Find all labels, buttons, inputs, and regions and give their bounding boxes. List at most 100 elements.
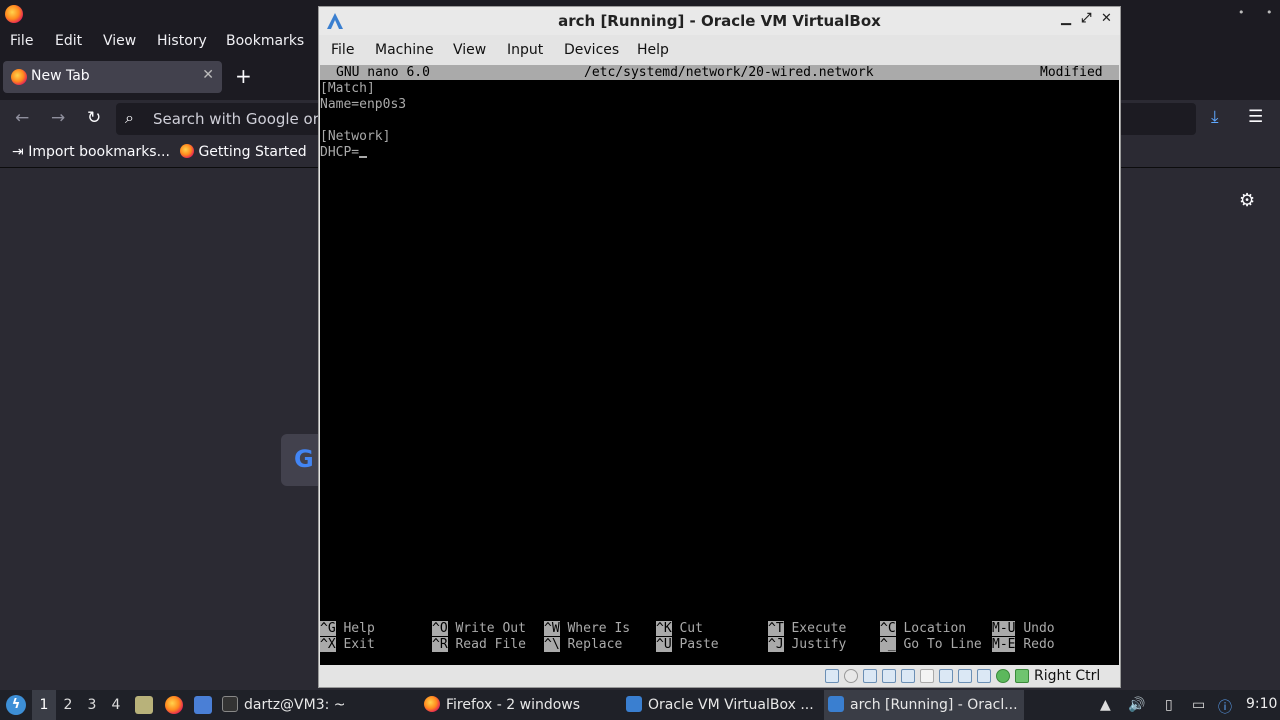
search-icon: ⌕ [125, 108, 134, 127]
shortcut-key: ^O [432, 621, 448, 636]
firefox-launcher-icon[interactable] [165, 696, 183, 714]
forward-arrow-icon[interactable]: → [51, 108, 65, 128]
maximize-icon[interactable]: ⤢ [1081, 11, 1091, 26]
network-icon[interactable] [882, 669, 896, 683]
task-firefox-label: Firefox - 2 windows [446, 697, 581, 713]
usb-icon[interactable] [901, 669, 915, 683]
minimize-icon[interactable]: ▁ [1061, 11, 1071, 26]
shortcut-where-is: ^W Where Is [544, 621, 630, 637]
tab-new-tab[interactable]: New Tab ✕ [3, 61, 222, 93]
firefox-icon [424, 696, 440, 712]
video-capture-icon[interactable] [958, 669, 972, 683]
nano-modified-state: Modified [1040, 65, 1103, 80]
shortcut-label: Replace [567, 637, 623, 652]
text-cursor [359, 156, 368, 158]
google-logo-icon: G [294, 445, 314, 473]
guest-additions-icon[interactable] [996, 669, 1010, 683]
desktop-icon[interactable] [194, 696, 212, 714]
nano-line-2[interactable]: Name=enp0s3 [320, 97, 406, 113]
shortcut-key: ^\ [544, 637, 560, 652]
bookmark-getting-started[interactable]: Getting Started [180, 144, 307, 160]
vbox-menu-file[interactable]: File [331, 42, 354, 58]
shortcut-key: ^G [320, 621, 336, 636]
nano-version: GNU nano 6.0 [336, 65, 430, 80]
nano-line-5-text: DHCP= [320, 145, 360, 160]
minimize-icon[interactable]: • [1238, 6, 1245, 19]
vbox-statusbar: Right Ctrl [319, 665, 1120, 687]
firefox-bookmark-icon [180, 144, 194, 158]
workspace-2[interactable]: 2 [56, 690, 80, 720]
clock[interactable]: 9:10 [1246, 696, 1277, 712]
settings-gear-icon[interactable]: ⚙ [1239, 190, 1255, 211]
close-icon[interactable]: ✕ [1101, 11, 1112, 26]
task-firefox[interactable]: Firefox - 2 windows [424, 690, 624, 720]
virtualization-icon[interactable] [977, 669, 991, 683]
shared-folders-icon[interactable] [920, 669, 934, 683]
menu-edit[interactable]: Edit [55, 33, 82, 49]
shortcut-location: ^C Location [880, 621, 966, 637]
google-shortcut-tile[interactable]: G [281, 434, 321, 486]
new-tab-plus-icon[interactable]: + [235, 64, 252, 88]
shortcut-key: M-E [992, 637, 1016, 652]
clipboard-icon[interactable]: ▯ [1165, 697, 1173, 713]
shortcut-key: ^W [544, 621, 560, 636]
bookmark-getting-started-label: Getting Started [198, 144, 307, 160]
vbox-titlebar[interactable]: arch [Running] - Oracle VM VirtualBox ▁ … [319, 7, 1120, 35]
vbox-window-title: arch [Running] - Oracle VM VirtualBox [558, 12, 881, 30]
hard-disk-icon[interactable] [825, 669, 839, 683]
nano-line-1[interactable]: [Match] [320, 81, 375, 97]
menu-history[interactable]: History [157, 33, 207, 49]
shortcut-paste: ^U Paste [656, 637, 719, 653]
download-icon[interactable]: ⤓ [1211, 107, 1219, 127]
vbox-menu-machine[interactable]: Machine [375, 42, 434, 58]
firefox-logo-icon [5, 5, 23, 23]
shortcut-label: Execute [791, 621, 847, 636]
shortcut-key: ^X [320, 637, 336, 652]
task-arch-vm[interactable]: arch [Running] - Oracl... [824, 690, 1024, 720]
mouse-integration-icon[interactable] [1015, 669, 1029, 683]
bookmark-import-label: Import bookmarks... [28, 144, 170, 160]
start-menu-icon[interactable]: ϟ [6, 695, 26, 715]
menu-bookmarks[interactable]: Bookmarks [226, 33, 304, 49]
display-icon[interactable] [939, 669, 953, 683]
shortcut-go-to-line: ^_ Go To Line [880, 637, 982, 653]
vbox-menu-help[interactable]: Help [637, 42, 669, 58]
optical-drive-icon[interactable] [844, 669, 858, 683]
host-key-label[interactable]: Right Ctrl [1034, 668, 1100, 684]
hamburger-menu-icon[interactable]: ☰ [1248, 107, 1263, 127]
vbox-menu-devices[interactable]: Devices [564, 42, 619, 58]
shortcut-label: Help [343, 621, 375, 636]
shortcut-key: ^J [768, 637, 784, 652]
task-terminal[interactable]: dartz@VM3: ~ [222, 690, 422, 720]
workspace-1[interactable]: 1 [32, 690, 56, 720]
vbox-menu-view[interactable]: View [453, 42, 486, 58]
close-icon[interactable]: • [1266, 6, 1273, 19]
back-arrow-icon[interactable]: ← [15, 108, 29, 128]
workspace-3[interactable]: 3 [80, 690, 104, 720]
nano-filename: /etc/systemd/network/20-wired.network [584, 65, 874, 80]
menu-view[interactable]: View [103, 33, 136, 49]
nano-line-5[interactable]: DHCP= [320, 145, 368, 161]
virtualbox-vm-icon [828, 696, 844, 712]
task-arch-vm-label: arch [Running] - Oracl... [850, 697, 1018, 713]
shortcut-key: ^_ [880, 637, 896, 652]
reload-icon[interactable]: ↻ [87, 108, 101, 128]
bookmark-import[interactable]: ⇥ Import bookmarks... [12, 144, 170, 160]
menu-file[interactable]: File [10, 33, 33, 49]
workspace-4[interactable]: 4 [104, 690, 128, 720]
updates-icon[interactable]: ⓘ [1218, 697, 1232, 717]
volume-icon[interactable]: 🔊 [1128, 697, 1145, 713]
shortcut-write-out: ^O Write Out [432, 621, 526, 637]
network-tray-icon[interactable]: ▭ [1192, 697, 1205, 713]
close-tab-icon[interactable]: ✕ [202, 67, 214, 83]
tray-up-arrow-icon[interactable]: ▲ [1100, 697, 1111, 713]
nano-line-4[interactable]: [Network] [320, 129, 390, 145]
task-virtualbox-manager[interactable]: Oracle VM VirtualBox ... [626, 690, 822, 720]
vbox-menubar: File Machine View Input Devices Help [319, 35, 1120, 65]
file-manager-icon[interactable] [135, 696, 153, 714]
vm-screen[interactable]: GNU nano 6.0 /etc/systemd/network/20-wir… [320, 65, 1119, 665]
shortcut-label: Where Is [567, 621, 631, 636]
vbox-menu-input[interactable]: Input [507, 42, 543, 58]
shortcut-key: ^R [432, 637, 448, 652]
audio-icon[interactable] [863, 669, 877, 683]
